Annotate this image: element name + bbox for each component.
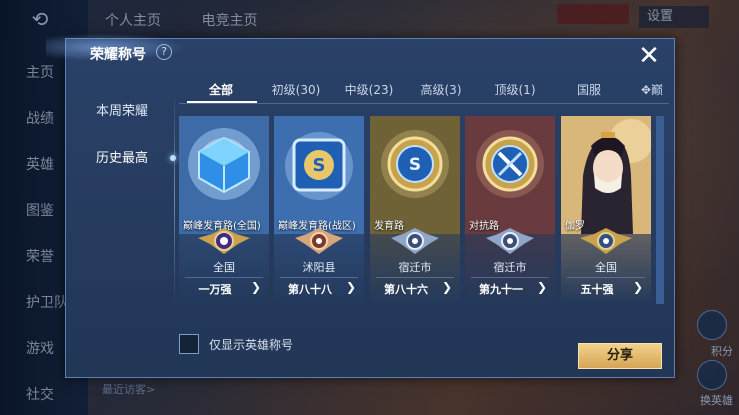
title-card[interactable]: 对抗路 宿迁市 第九十一 ❯ xyxy=(465,116,555,304)
share-button[interactable]: 分享 xyxy=(578,343,662,369)
card-region: 宿迁市 xyxy=(398,261,432,274)
rank-badge-icon xyxy=(486,228,534,254)
card-region: 全国 xyxy=(213,261,235,274)
hero-titles-only-label: 仅显示英雄称号 xyxy=(209,338,294,352)
title-card[interactable]: S 巅峰发育路(战区) 沭阳县 第八十八 ❯ xyxy=(274,116,364,304)
tab-top[interactable]: 顶级(1) xyxy=(489,81,541,98)
hero-titles-only-checkbox[interactable] xyxy=(179,334,199,354)
dialog-title: 荣耀称号 xyxy=(90,47,146,63)
chevron-right-icon[interactable]: ❯ xyxy=(537,280,547,294)
tab-intermediate[interactable]: 中级(23) xyxy=(339,81,399,98)
card-rank-row: 第八十八 ❯ xyxy=(280,277,358,297)
card-rank-row: 一万强 ❯ xyxy=(185,277,263,297)
side-item-history-best[interactable]: 历史最高 xyxy=(66,145,178,173)
rank-badge-icon xyxy=(391,228,439,254)
card-rank: 第九十一 xyxy=(479,283,523,296)
title-card[interactable]: 巅峰发育路(全国) 全国 一万强 ❯ xyxy=(179,116,269,304)
card-rank-row: 第九十一 ❯ xyxy=(471,277,549,297)
honor-title-dialog: 荣耀称号 ? ✕ 本周荣耀 历史最高 全部 初级(30) 中级(23) 高级(3… xyxy=(46,33,675,378)
tab-senior[interactable]: 高级(3) xyxy=(415,81,467,98)
tabs-divider xyxy=(179,103,669,104)
card-rank-row: 五十强 ❯ xyxy=(567,277,645,297)
card-region: 宿迁市 xyxy=(493,261,527,274)
tier-tabs: 全部 初级(30) 中级(23) 高级(3) 顶级(1) 国服 ✥巅 xyxy=(179,81,669,103)
side-divider xyxy=(174,87,175,307)
svg-text:S: S xyxy=(313,155,326,176)
next-card-edge xyxy=(656,116,664,304)
selected-marker-icon xyxy=(170,155,176,161)
card-rank: 第八十八 xyxy=(288,283,332,296)
card-rank: 一万强 xyxy=(198,283,232,296)
card-region: 全国 xyxy=(595,261,617,274)
title-card[interactable]: 伽罗 全国 五十强 ❯ xyxy=(561,116,651,304)
card-region: 沭阳县 xyxy=(302,261,336,274)
chevron-right-icon[interactable]: ❯ xyxy=(633,280,643,294)
title-card[interactable]: S 发育路 宿迁市 第八十六 ❯ xyxy=(370,116,460,304)
tab-all[interactable]: 全部 xyxy=(196,81,246,98)
chevron-right-icon[interactable]: ❯ xyxy=(346,280,356,294)
card-rank-row: 第八十六 ❯ xyxy=(376,277,454,297)
tab-peak[interactable]: ✥巅 xyxy=(635,81,669,98)
help-icon[interactable]: ? xyxy=(156,44,172,60)
rank-badge-icon xyxy=(295,228,343,254)
close-button[interactable]: ✕ xyxy=(636,43,662,70)
rank-badge-icon xyxy=(198,228,250,254)
rank-badge-icon xyxy=(580,228,632,254)
tab-national-server[interactable]: 国服 xyxy=(569,81,609,98)
card-rank: 第八十六 xyxy=(384,283,428,296)
chevron-right-icon[interactable]: ❯ xyxy=(251,280,261,294)
tab-junior[interactable]: 初级(30) xyxy=(264,81,328,98)
chevron-right-icon[interactable]: ❯ xyxy=(442,280,452,294)
card-rank: 五十强 xyxy=(580,283,614,296)
svg-text:S: S xyxy=(409,155,421,175)
side-item-weekly-honor[interactable]: 本周荣耀 xyxy=(66,98,178,126)
